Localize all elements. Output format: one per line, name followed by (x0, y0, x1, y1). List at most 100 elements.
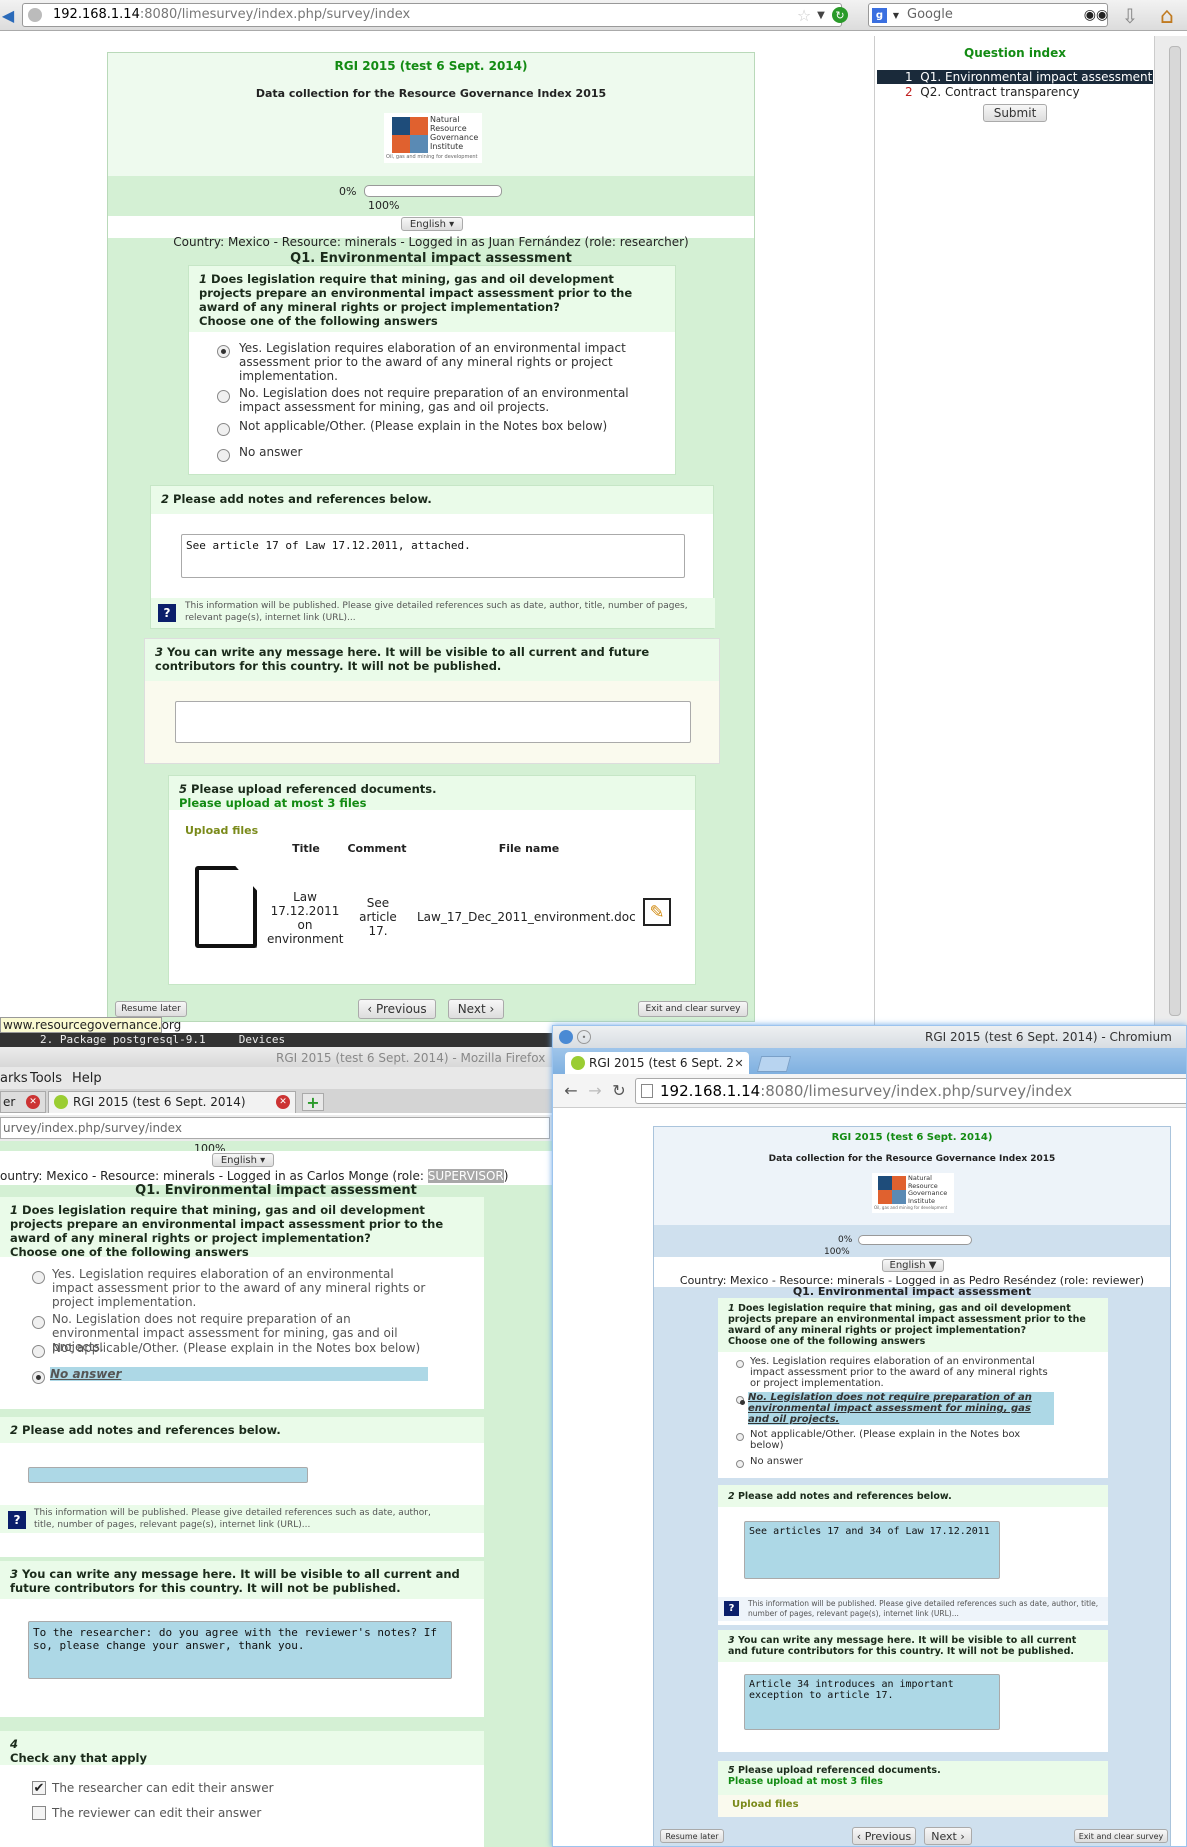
tab-active[interactable]: RGI 2015 (test 6 Sept. 2014) (48, 1091, 296, 1113)
radio-option-yes[interactable] (736, 1360, 744, 1368)
radio-option-yes[interactable] (32, 1271, 45, 1284)
notes-textarea[interactable] (28, 1467, 308, 1483)
question-text: Does legislation require that mining, ga… (728, 1303, 1086, 1336)
vertical-scrollbar[interactable] (1154, 36, 1187, 1026)
progress-bar (364, 185, 502, 197)
logo-line: Institute (908, 1196, 935, 1205)
next-button[interactable]: Next › (924, 1827, 972, 1845)
forward-icon[interactable]: → (585, 1080, 605, 1100)
menu-bookmarks[interactable]: arks (0, 1071, 28, 1086)
engine-dropdown-icon[interactable]: ▼ (891, 9, 901, 21)
help-icon: ? (724, 1601, 739, 1616)
firefox-url-bar[interactable]: 192.168.1.14:8080/limesurvey/index.php/s… (22, 3, 842, 27)
question-3: 3 You can write any message here. It wil… (144, 638, 720, 764)
close-tab-icon[interactable]: ✕ (26, 1095, 40, 1109)
resume-later-button[interactable]: Resume later (660, 1829, 724, 1843)
upload-files-link[interactable]: Upload files (185, 824, 258, 837)
question-instruction: Choose one of the following answers (728, 1336, 926, 1347)
menu-tools[interactable]: Tools (30, 1071, 62, 1086)
survey-title: RGI 2015 (test 6 Sept. 2014) (831, 1132, 993, 1143)
url-bar[interactable]: urvey/index.php/survey/index (0, 1117, 550, 1139)
chromium-omnibox[interactable]: 192.168.1.14:8080/limesurvey/index.php/s… (635, 1078, 1186, 1104)
file-comment-line: See (366, 896, 390, 910)
menu-help[interactable]: Help (72, 1071, 102, 1086)
reload-icon[interactable]: ↻ (609, 1080, 629, 1100)
question-number: 3 (155, 645, 164, 659)
index-item-q2[interactable]: 2 Q2. Contract transparency (877, 85, 1153, 99)
index-item-q1[interactable]: 1 Q1. Environmental impact assessment (877, 70, 1153, 84)
logo-mark-lightblue (410, 135, 428, 153)
help-text: This information will be published. Plea… (185, 601, 688, 623)
chromium-app-icon (559, 1030, 573, 1044)
radio-option-no[interactable] (736, 1396, 744, 1404)
notes-textarea[interactable]: See article 17 of Law 17.12.2011, attach… (181, 534, 685, 578)
radio-option-no[interactable] (32, 1316, 45, 1329)
back-icon[interactable]: ← (561, 1080, 581, 1100)
binoculars-icon[interactable]: ◉◉ (1084, 6, 1108, 24)
group-title: Q1. Environmental impact assessment (135, 1183, 417, 1198)
radio-option-no-answer[interactable] (32, 1371, 45, 1384)
language-value: English (889, 1260, 926, 1271)
site-identity-icon[interactable] (28, 8, 42, 22)
option-yes-label: Yes. Legislation requires elaboration of… (239, 341, 626, 383)
question-number: 2 (728, 1491, 735, 1502)
message-textarea[interactable]: To the researcher: do you agree with the… (28, 1621, 452, 1679)
reload-icon[interactable]: ↻ (832, 7, 848, 23)
home-icon[interactable]: ⌂ (1153, 3, 1181, 29)
pin-icon[interactable]: • (577, 1030, 591, 1044)
edit-file-icon[interactable]: ✎ (643, 898, 671, 926)
history-dropdown-icon[interactable]: ▼ (814, 5, 828, 25)
upload-files-link[interactable]: Upload files (732, 1799, 799, 1810)
message-textarea[interactable]: Article 34 introduces an important excep… (744, 1674, 1000, 1730)
language-select[interactable]: English ▾ (401, 217, 463, 231)
radio-option-na[interactable] (32, 1345, 45, 1358)
close-tab-icon[interactable]: ✕ (733, 1056, 745, 1070)
logo-tagline: Oil, gas and mining for development (386, 154, 478, 160)
radio-option-no[interactable] (217, 390, 230, 403)
chromium-tab-active[interactable]: RGI 2015 (test 6 Sept. 2 (565, 1052, 749, 1074)
url-host: 192.168.1.14 (660, 1082, 761, 1100)
previous-label: Previous (375, 1002, 427, 1016)
logo-mark-blue (878, 1176, 892, 1190)
next-button[interactable]: Next › (448, 999, 504, 1019)
file-comment: See article 17. (353, 896, 403, 938)
bookmark-star-icon[interactable]: ☆ (796, 5, 812, 25)
new-tab-icon[interactable]: + (302, 1093, 324, 1112)
message-textarea[interactable] (175, 701, 691, 743)
new-tab-button[interactable] (756, 1056, 792, 1072)
download-icon[interactable]: ⇩ (1118, 4, 1142, 28)
radio-option-no-answer[interactable] (736, 1460, 744, 1468)
question-instruction: Choose one of the following answers (10, 1245, 249, 1259)
notes-textarea[interactable]: See articles 17 and 34 of Law 17.12.2011 (744, 1521, 1000, 1579)
scrollbar-thumb[interactable] (1169, 46, 1181, 1016)
group-title: Q1. Environmental impact assessment (290, 251, 572, 266)
search-bar[interactable]: Google (868, 3, 1108, 27)
close-tab-icon[interactable]: ✕ (276, 1095, 290, 1109)
submit-button[interactable]: Submit (983, 104, 1047, 122)
resume-later-button[interactable]: Resume later (115, 1001, 187, 1017)
exit-clear-button[interactable]: Exit and clear survey (1074, 1829, 1168, 1843)
language-select[interactable]: English ▾ (212, 1153, 274, 1167)
radio-option-na[interactable] (736, 1433, 744, 1441)
radio-option-no-answer[interactable] (217, 449, 230, 462)
checkbox-reviewer-edit[interactable] (32, 1806, 46, 1820)
exit-clear-button[interactable]: Exit and clear survey (638, 1001, 748, 1017)
page-icon (641, 1084, 653, 1098)
language-select[interactable]: English ▼ (882, 1259, 944, 1272)
option-na-label: Not applicable/Other. (Please explain in… (750, 1429, 1021, 1451)
radio-option-na[interactable] (217, 423, 230, 436)
logo-mark-blue (392, 117, 410, 135)
question-index-title: Question index (964, 46, 1066, 60)
google-engine-icon[interactable]: g (872, 8, 887, 23)
previous-button[interactable]: ‹ Previous (358, 999, 436, 1019)
nrgi-logo: Natural Resource Governance Institute Oi… (872, 1173, 954, 1213)
checkbox-researcher-edit[interactable]: ✔ (32, 1781, 46, 1796)
radio-option-yes[interactable] (217, 345, 230, 358)
survey-title: RGI 2015 (test 6 Sept. 2014) (334, 59, 528, 73)
previous-button[interactable]: ‹ Previous (852, 1827, 916, 1845)
question-instruction: Choose one of the following answers (199, 314, 438, 328)
checkbox-researcher-label: The researcher can edit their answer (52, 1781, 274, 1795)
question-number: 5 (728, 1765, 735, 1776)
back-arrow-icon[interactable]: ◀ (0, 6, 16, 25)
firefox-window-supervisor: 2. Package postgresql-9.1 Devices RGI 20… (0, 1033, 552, 1847)
